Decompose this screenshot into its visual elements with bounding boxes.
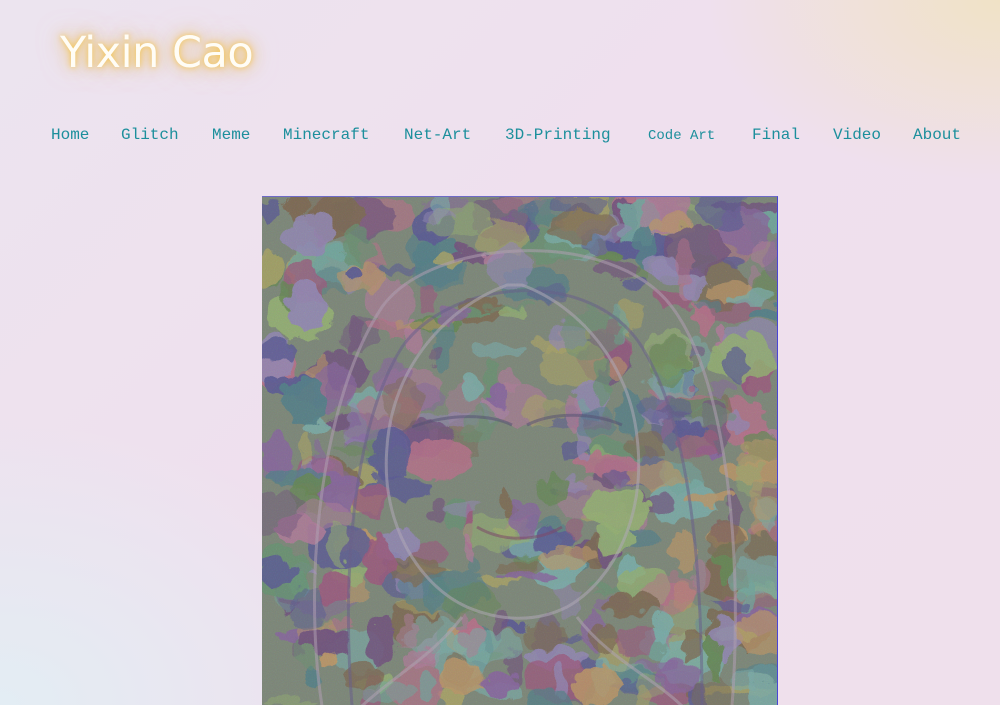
glitch-portrait-image <box>262 196 778 705</box>
nav-3d-printing[interactable]: 3D-Printing <box>505 126 611 144</box>
nav-net-art[interactable]: Net-Art <box>404 126 471 144</box>
nav-about[interactable]: About <box>913 126 961 144</box>
nav-glitch[interactable]: Glitch <box>121 126 179 144</box>
nav-minecraft[interactable]: Minecraft <box>283 126 369 144</box>
site-title[interactable]: Yixin Cao <box>60 28 254 78</box>
glitch-portrait-canvas <box>262 197 777 705</box>
nav-video[interactable]: Video <box>833 126 881 144</box>
nav-final[interactable]: Final <box>752 126 800 144</box>
nav-meme[interactable]: Meme <box>212 126 250 144</box>
nav-home[interactable]: Home <box>51 126 89 144</box>
main-nav: Home Glitch Meme Minecraft Net-Art 3D-Pr… <box>0 126 1000 148</box>
nav-code-art[interactable]: Code Art <box>648 128 715 144</box>
